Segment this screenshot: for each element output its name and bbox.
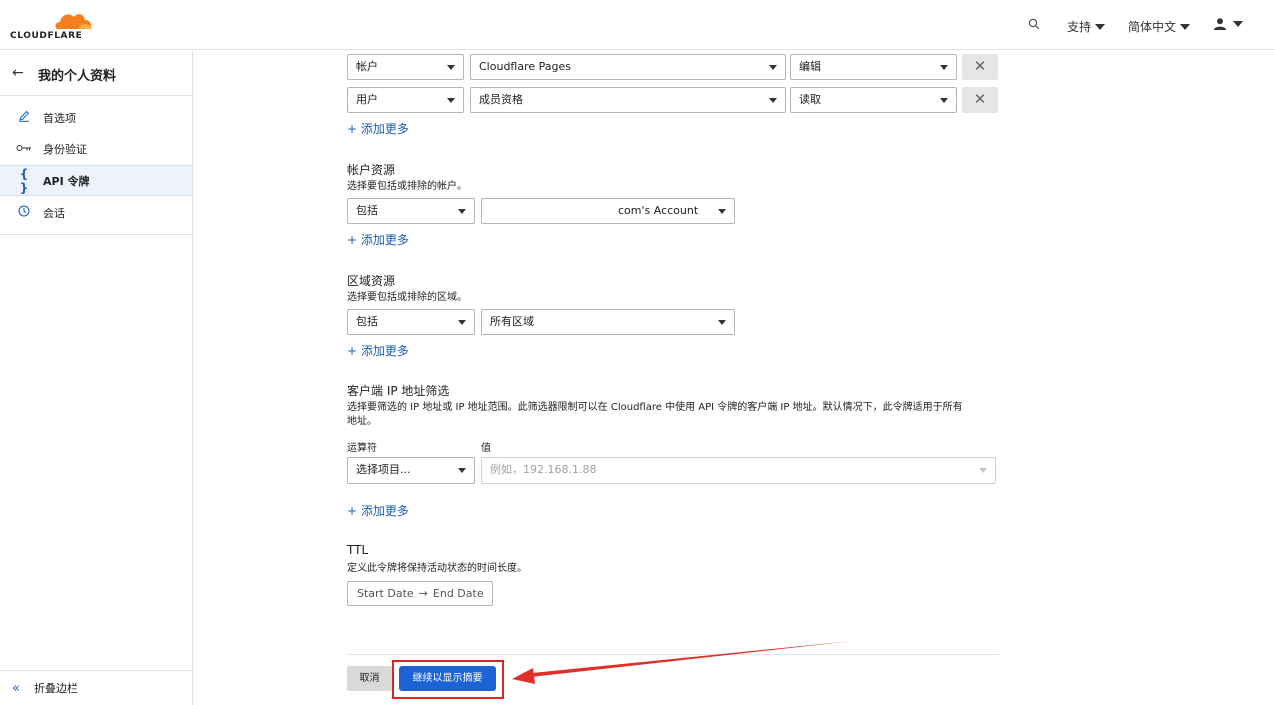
chevron-down-icon	[458, 468, 466, 473]
chevron-down-icon	[1180, 23, 1191, 30]
value-label: 值	[481, 443, 491, 454]
select-value: 包括	[356, 204, 378, 217]
chevron-down-icon	[458, 209, 466, 214]
sidebar-item-sessions[interactable]: 会话	[0, 197, 192, 228]
select-value: 成员资格	[479, 93, 523, 106]
account-select[interactable]: com's Account	[481, 198, 735, 224]
continue-to-summary-button[interactable]: 继续以显示摘要	[399, 666, 496, 691]
sidebar-item-label: 首选项	[43, 111, 76, 125]
chevron-down-icon	[1095, 23, 1106, 30]
select-value: 读取	[799, 93, 821, 106]
cancel-button[interactable]: 取消	[347, 666, 392, 691]
support-label: 支持	[1067, 20, 1092, 34]
zone-resources-desc: 选择要包括或排除的区域。	[347, 292, 467, 303]
account-resources-title: 帐户资源	[347, 163, 396, 177]
cloud-icon	[55, 14, 92, 31]
sidebar-back-link[interactable]: ← 我的个人资料	[0, 51, 192, 96]
close-icon: ✕	[973, 57, 987, 75]
cloudflare-logo[interactable]: CLOUDFLARE	[10, 10, 100, 42]
select-value: 所有区域	[490, 315, 534, 328]
pencil-icon	[14, 110, 34, 125]
sidebar-item-label: 会话	[43, 206, 65, 220]
sidebar-divider	[0, 234, 192, 235]
operator-select[interactable]: 选择项目...	[347, 457, 475, 484]
arrow-left-icon: ←	[12, 65, 24, 81]
user-menu[interactable]	[1213, 18, 1243, 30]
sidebar-item-api-tokens[interactable]: { } API 令牌	[0, 165, 192, 196]
add-more-zones-link[interactable]: + 添加更多	[347, 342, 409, 359]
braces-icon: { }	[19, 166, 29, 195]
sidebar-item-authentication[interactable]: 身份验证	[0, 133, 192, 164]
permission-scope-select[interactable]: 用户	[347, 87, 464, 113]
chevron-down-icon	[718, 320, 726, 325]
double-chevron-left-icon: «	[12, 680, 20, 696]
language-label: 简体中文	[1128, 20, 1177, 34]
select-value: 编辑	[799, 60, 821, 73]
sidebar-item-label: API 令牌	[43, 174, 90, 188]
account-resources-desc: 选择要包括或排除的帐户。	[347, 181, 467, 192]
chevron-down-icon	[1233, 21, 1243, 27]
add-more-ip-link[interactable]: + 添加更多	[347, 502, 409, 519]
permission-access-select[interactable]: 编辑	[790, 54, 957, 80]
clock-icon	[14, 205, 34, 220]
select-value: 用户	[356, 93, 378, 106]
top-header: CLOUDFLARE 支持 简体中文	[0, 0, 1274, 50]
chevron-down-icon	[447, 65, 455, 70]
operator-label: 运算符	[347, 443, 377, 454]
zone-select[interactable]: 所有区域	[481, 309, 735, 335]
language-menu[interactable]: 简体中文	[1128, 18, 1191, 35]
ttl-title: TTL	[347, 543, 369, 557]
user-icon	[1214, 18, 1226, 30]
start-date-field[interactable]: Start Date	[357, 587, 414, 600]
ip-filter-desc-line1: 选择要筛选的 IP 地址或 IP 地址范围。此筛选器限制可以在 Cloudfla…	[347, 402, 963, 413]
select-value: 选择项目...	[356, 463, 411, 476]
remove-permission-button[interactable]: ✕	[962, 54, 998, 80]
zone-resources-title: 区域资源	[347, 274, 396, 288]
key-icon	[14, 142, 34, 156]
ttl-desc: 定义此令牌将保持活动状态的时间长度。	[347, 563, 527, 574]
sidebar: ← 我的个人资料 首选项 身份验证 { } API 令牌 会话 « 折叠边栏	[0, 51, 193, 705]
main-content: 帐户 Cloudflare Pages 编辑 ✕ 用户 成员资格 读取 ✕ + …	[193, 51, 1274, 705]
ip-filter-desc: 选择要筛选的 IP 地址或 IP 地址范围。此筛选器限制可以在 Cloudfla…	[347, 401, 1007, 429]
chevron-down-icon	[769, 65, 777, 70]
sidebar-item-label: 身份验证	[43, 142, 87, 156]
chevron-down-icon	[769, 98, 777, 103]
ttl-date-range-picker[interactable]: Start Date → End Date	[347, 581, 493, 606]
footer-divider	[347, 654, 999, 655]
arrow-right-icon: →	[418, 587, 428, 600]
search-icon	[1028, 18, 1040, 30]
support-menu[interactable]: 支持	[1067, 18, 1106, 35]
ip-value-input[interactable]: 例如，192.168.1.88	[481, 457, 996, 484]
close-icon: ✕	[973, 90, 987, 108]
chevron-down-icon	[940, 65, 948, 70]
chevron-down-icon	[458, 320, 466, 325]
collapse-sidebar-button[interactable]: « 折叠边栏	[0, 670, 192, 705]
select-value: 包括	[356, 315, 378, 328]
chevron-down-icon	[979, 468, 987, 473]
permission-item-select[interactable]: 成员资格	[470, 87, 786, 113]
permission-access-select[interactable]: 读取	[790, 87, 957, 113]
add-more-permissions-link[interactable]: + 添加更多	[347, 120, 409, 137]
ip-filter-title: 客户端 IP 地址筛选	[347, 384, 450, 398]
chevron-down-icon	[718, 209, 726, 214]
account-include-select[interactable]: 包括	[347, 198, 475, 224]
zone-include-select[interactable]: 包括	[347, 309, 475, 335]
select-value: Cloudflare Pages	[479, 60, 571, 73]
chevron-down-icon	[940, 98, 948, 103]
input-placeholder: 例如，192.168.1.88	[490, 463, 597, 476]
permission-scope-select[interactable]: 帐户	[347, 54, 464, 80]
header-search[interactable]	[1028, 18, 1040, 30]
add-more-accounts-link[interactable]: + 添加更多	[347, 231, 409, 248]
ip-filter-desc-line2: 地址。	[347, 416, 377, 427]
logo-wordmark: CLOUDFLARE	[10, 31, 83, 41]
end-date-field[interactable]: End Date	[433, 587, 484, 600]
collapse-label: 折叠边栏	[33, 682, 78, 695]
sidebar-title: 我的个人资料	[38, 69, 117, 84]
sidebar-item-preferences[interactable]: 首选项	[0, 102, 192, 133]
permission-item-select[interactable]: Cloudflare Pages	[470, 54, 786, 80]
chevron-down-icon	[447, 98, 455, 103]
remove-permission-button[interactable]: ✕	[962, 87, 998, 113]
select-value: 帐户	[356, 60, 378, 73]
select-value: com's Account	[618, 204, 699, 217]
